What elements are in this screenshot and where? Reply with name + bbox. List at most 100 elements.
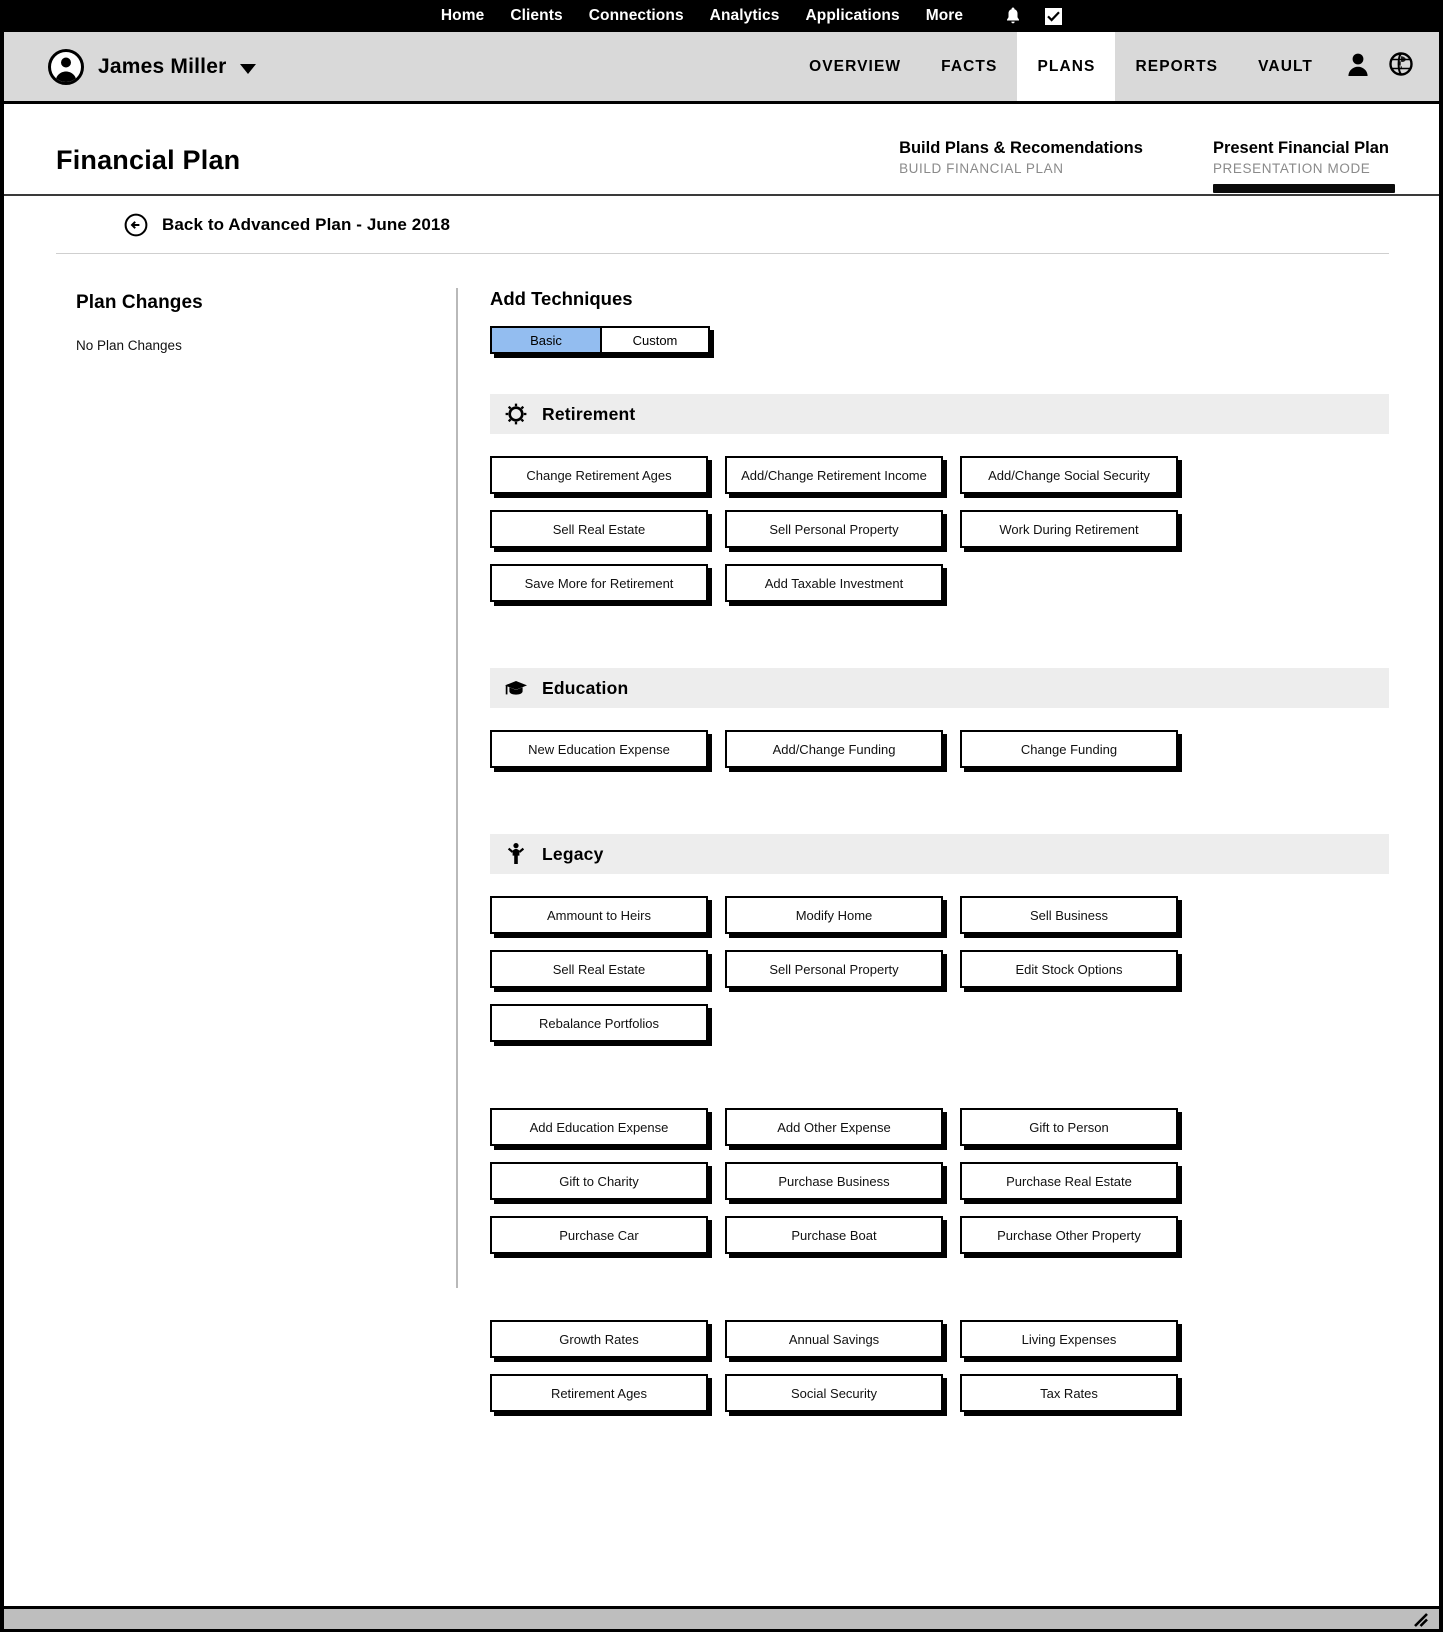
client-name-label: James Miller — [98, 54, 227, 78]
technique-add-education-expense[interactable]: Add Education Expense — [490, 1108, 708, 1146]
technique-growth-rates[interactable]: Growth Rates — [490, 1320, 708, 1358]
plan-changes-title: Plan Changes — [76, 292, 203, 313]
topnav-item-home[interactable]: Home — [441, 7, 484, 25]
technique-sell-real-estate[interactable]: Sell Real Estate — [490, 510, 708, 548]
topnav-icon-group — [1005, 7, 1063, 25]
add-techniques-title: Add Techniques — [490, 288, 633, 309]
global-navbar: Home Clients Connections Analytics Appli… — [0, 0, 1443, 32]
mode-tab-title: Build Plans & Recomendations — [899, 139, 1143, 157]
technique-work-during-retirement[interactable]: Work During Retirement — [960, 510, 1178, 548]
technique-gift-to-charity[interactable]: Gift to Charity — [490, 1162, 708, 1200]
client-header-bar: James Miller OVERVIEW FACTS PLANS REPORT… — [4, 32, 1439, 104]
technique-living-expenses[interactable]: Living Expenses — [960, 1320, 1178, 1358]
person-arms-up-icon — [504, 842, 528, 866]
technique-retirement-ages[interactable]: Retirement Ages — [490, 1374, 708, 1412]
section-expenses-purchases: Add Education Expense Add Other Expense … — [490, 1108, 1389, 1254]
technique-purchase-boat[interactable]: Purchase Boat — [725, 1216, 943, 1254]
segment-basic[interactable]: Basic — [492, 328, 600, 352]
technique-tax-rates[interactable]: Tax Rates — [960, 1374, 1178, 1412]
section-title: Education — [542, 677, 629, 698]
globe-icon[interactable] — [1389, 52, 1413, 81]
topnav-item-clients[interactable]: Clients — [510, 7, 562, 25]
section-legacy: Legacy Ammount to Heirs Modify Home Sell… — [490, 834, 1389, 1042]
tasks-checkbox-icon[interactable] — [1045, 7, 1063, 25]
technique-add-change-funding[interactable]: Add/Change Funding — [725, 730, 943, 768]
topnav-item-analytics[interactable]: Analytics — [710, 7, 780, 25]
technique-modify-home[interactable]: Modify Home — [725, 896, 943, 934]
mode-tab-present-plan[interactable]: Present Financial Plan PRESENTATION MODE — [1212, 139, 1396, 193]
section-header-retirement: Retirement — [490, 394, 1389, 434]
segment-custom[interactable]: Custom — [600, 328, 708, 352]
topnav-item-more[interactable]: More — [926, 7, 963, 25]
retirement-technique-grid: Change Retirement Ages Add/Change Retire… — [490, 456, 1389, 602]
client-tabs: OVERVIEW FACTS PLANS REPORTS VAULT — [789, 32, 1439, 101]
notifications-bell-icon[interactable] — [1005, 7, 1021, 25]
technique-sell-personal-property[interactable]: Sell Personal Property — [725, 510, 943, 548]
technique-new-education-expense[interactable]: New Education Expense — [490, 730, 708, 768]
mode-tab-subtitle: PRESENTATION MODE — [1212, 161, 1371, 176]
technique-save-more-for-retirement[interactable]: Save More for Retirement — [490, 564, 708, 602]
legacy-technique-grid: Ammount to Heirs Modify Home Sell Busine… — [490, 896, 1389, 1042]
technique-add-other-expense[interactable]: Add Other Expense — [725, 1108, 943, 1146]
mode-tab-subtitle: BUILD FINANCIAL PLAN — [899, 161, 1064, 176]
page-header: Financial Plan Build Plans & Recomendati… — [4, 104, 1439, 196]
technique-edit-stock-options[interactable]: Edit Stock Options — [960, 950, 1178, 988]
back-link-label[interactable]: Back to Advanced Plan - June 2018 — [162, 215, 450, 235]
technique-add-taxable-investment[interactable]: Add Taxable Investment — [725, 564, 943, 602]
technique-purchase-real-estate[interactable]: Purchase Real Estate — [960, 1162, 1178, 1200]
technique-purchase-car[interactable]: Purchase Car — [490, 1216, 708, 1254]
chevron-down-icon[interactable] — [240, 63, 257, 74]
window-status-bar — [4, 1606, 1439, 1632]
tab-reports[interactable]: REPORTS — [1115, 32, 1238, 101]
technique-mode-segmented-control: Basic Custom — [490, 326, 710, 354]
technique-change-funding[interactable]: Change Funding — [960, 730, 1178, 768]
expenses-purchases-grid: Add Education Expense Add Other Expense … — [490, 1108, 1389, 1254]
technique-legacy-sell-personal-property[interactable]: Sell Personal Property — [725, 950, 943, 988]
section-header-legacy: Legacy — [490, 834, 1389, 874]
section-assumptions: Growth Rates Annual Savings Living Expen… — [490, 1320, 1389, 1412]
page-title: Financial Plan — [56, 145, 241, 175]
technique-gift-to-person[interactable]: Gift to Person — [960, 1108, 1178, 1146]
technique-add-change-retirement-income[interactable]: Add/Change Retirement Income — [725, 456, 943, 494]
technique-sell-business[interactable]: Sell Business — [960, 896, 1178, 934]
mode-tab-build-plans[interactable]: Build Plans & Recomendations BUILD FINAN… — [899, 139, 1143, 190]
client-identity[interactable]: James Miller — [4, 32, 257, 101]
main-content: Plan Changes No Plan Changes Add Techniq… — [4, 254, 1439, 1428]
tab-plans[interactable]: PLANS — [1017, 32, 1116, 101]
technique-ammount-to-heirs[interactable]: Ammount to Heirs — [490, 896, 708, 934]
topnav-item-applications[interactable]: Applications — [806, 7, 900, 25]
technique-legacy-sell-real-estate[interactable]: Sell Real Estate — [490, 950, 708, 988]
mode-tabs: Build Plans & Recomendations BUILD FINAN… — [899, 139, 1396, 194]
plan-changes-empty-text: No Plan Changes — [76, 338, 182, 353]
back-arrow-circle-icon[interactable] — [124, 213, 148, 237]
graduation-cap-icon — [504, 676, 528, 700]
topnav-item-connections[interactable]: Connections — [589, 7, 684, 25]
tab-overview[interactable]: OVERVIEW — [789, 32, 921, 101]
mode-tab-title: Present Financial Plan — [1212, 139, 1389, 157]
tab-vault[interactable]: VAULT — [1238, 32, 1333, 101]
technique-annual-savings[interactable]: Annual Savings — [725, 1320, 943, 1358]
back-link-row[interactable]: Back to Advanced Plan - June 2018 — [56, 196, 1389, 254]
technique-purchase-business[interactable]: Purchase Business — [725, 1162, 943, 1200]
technique-change-retirement-ages[interactable]: Change Retirement Ages — [490, 456, 708, 494]
client-header-icon-group — [1333, 32, 1413, 101]
technique-rebalance-portfolios[interactable]: Rebalance Portfolios — [490, 1004, 708, 1042]
person-icon[interactable] — [1347, 52, 1369, 81]
section-title: Retirement — [542, 403, 636, 424]
resize-grip-icon[interactable] — [1411, 1611, 1429, 1627]
technique-social-security[interactable]: Social Security — [725, 1374, 943, 1412]
assumptions-grid: Growth Rates Annual Savings Living Expen… — [490, 1320, 1389, 1412]
technique-purchase-other-property[interactable]: Purchase Other Property — [960, 1216, 1178, 1254]
section-header-education: Education — [490, 668, 1389, 708]
section-retirement: Retirement Change Retirement Ages Add/Ch… — [490, 394, 1389, 602]
plan-changes-pane: Plan Changes No Plan Changes — [56, 288, 456, 1428]
sun-icon — [504, 402, 528, 426]
tab-facts[interactable]: FACTS — [921, 32, 1017, 101]
section-title: Legacy — [542, 843, 604, 864]
technique-add-change-social-security[interactable]: Add/Change Social Security — [960, 456, 1178, 494]
section-education: Education New Education Expense Add/Chan… — [490, 668, 1389, 768]
